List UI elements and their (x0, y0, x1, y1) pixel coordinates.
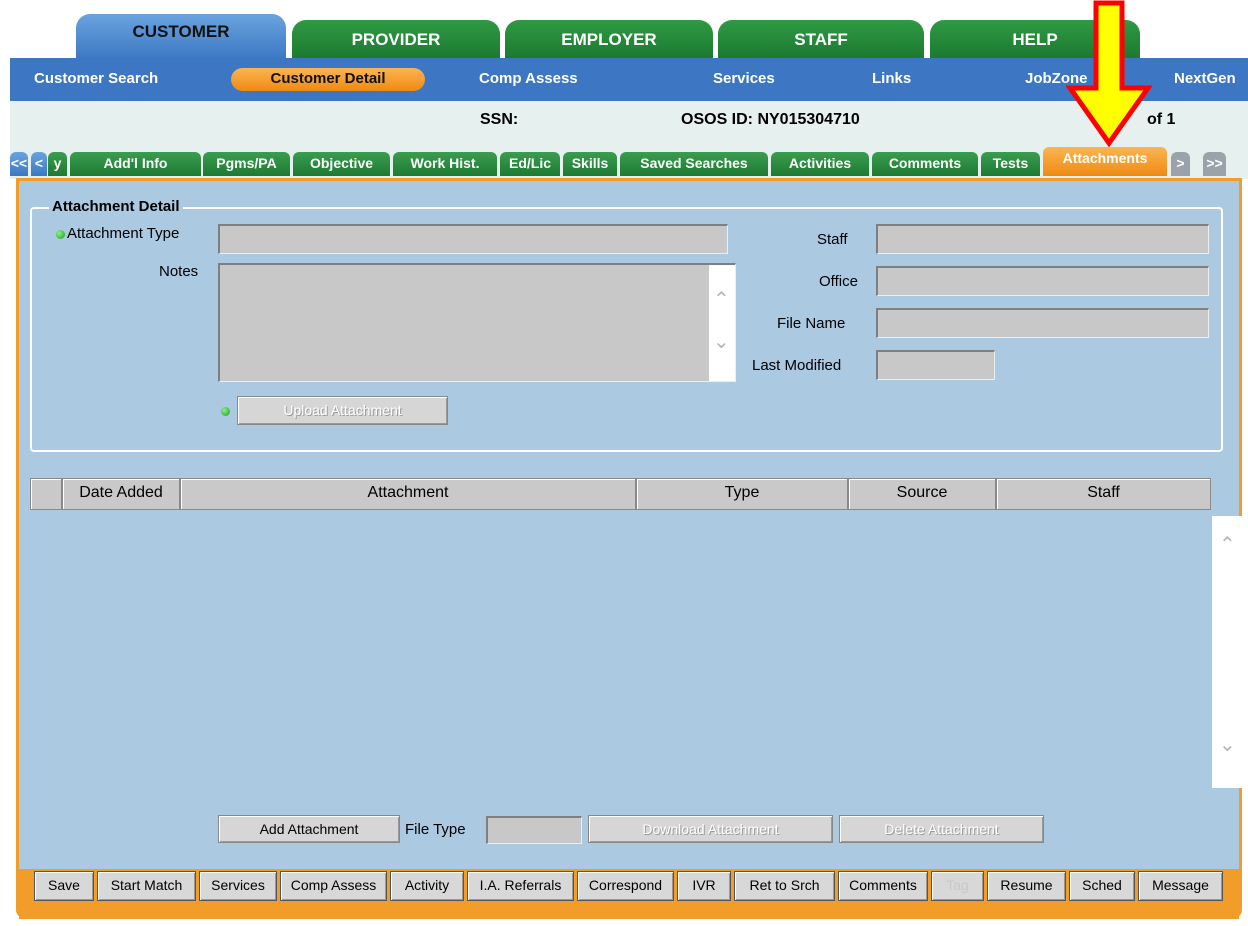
tab-tests[interactable]: Tests (981, 152, 1040, 176)
attachment-type-field[interactable] (218, 224, 728, 254)
subnav-services[interactable]: Services (713, 70, 775, 87)
correspond-button[interactable]: Correspond (577, 871, 674, 901)
module-tab-label: EMPLOYER (561, 30, 657, 49)
tab-objective[interactable]: Objective (293, 152, 390, 176)
attachment-type-label: Attachment Type (67, 225, 180, 242)
tab-work-hist[interactable]: Work Hist. (393, 152, 497, 176)
attachments-table-body[interactable] (30, 512, 1211, 812)
osos-id-label: OSOS ID: NY015304710 (681, 111, 860, 128)
table-header-select[interactable] (30, 478, 62, 510)
message-button[interactable]: Message (1138, 871, 1223, 901)
last-modified-label: Last Modified (752, 357, 842, 374)
table-header-date-added[interactable]: Date Added (62, 478, 180, 510)
chevron-down-icon[interactable]: ⌄ (713, 329, 730, 354)
tab-ed-lic[interactable]: Ed/Lic (500, 152, 560, 176)
add-attachment-button[interactable]: Add Attachment (218, 815, 400, 843)
save-button[interactable]: Save (34, 871, 94, 901)
download-attachment-button[interactable]: Download Attachment (588, 815, 833, 843)
staff-field[interactable] (876, 224, 1209, 254)
chevron-up-icon[interactable]: ⌃ (1219, 532, 1236, 557)
subnav-links[interactable]: Links (872, 70, 911, 87)
file-type-field[interactable] (486, 816, 582, 844)
tab-activities[interactable]: Activities (771, 152, 869, 176)
subnav-comp-assess[interactable]: Comp Assess (479, 70, 578, 87)
start-match-button[interactable]: Start Match (97, 871, 196, 901)
file-name-label: File Name (777, 315, 846, 332)
tab-first-button[interactable]: << (10, 152, 28, 176)
tab-attachments[interactable]: Attachments (1043, 147, 1167, 176)
file-type-label: File Type (405, 821, 466, 838)
chevron-up-icon[interactable]: ⌃ (713, 287, 730, 312)
attachment-detail-legend: Attachment Detail (49, 198, 183, 215)
detail-tab-row: << < y Add'l Info Pgms/PA Objective Work… (10, 139, 1248, 179)
resume-button[interactable]: Resume (987, 871, 1066, 901)
tab-partial[interactable]: y (48, 152, 67, 176)
office-field[interactable] (876, 266, 1209, 296)
upload-attachment-button[interactable]: Upload Attachment (237, 396, 448, 425)
module-tab-label: PROVIDER (351, 30, 441, 49)
tab-addl-info[interactable]: Add'l Info (70, 152, 201, 176)
subnav-nextgen[interactable]: NextGen (1174, 70, 1236, 87)
sched-button[interactable]: Sched (1069, 871, 1135, 901)
tab-pgms-pa[interactable]: Pgms/PA (203, 152, 290, 176)
customer-info-bar: SSN: OSOS ID: NY015304710 of 1 (10, 101, 1248, 139)
notes-label: Notes (159, 263, 199, 280)
subnav-customer-detail[interactable]: Customer Detail (231, 68, 425, 91)
office-label: Office (819, 273, 858, 290)
last-modified-field[interactable] (876, 350, 995, 380)
green-dot-icon (56, 230, 65, 239)
green-dot-icon (221, 407, 230, 416)
chevron-down-icon[interactable]: ⌄ (1219, 732, 1236, 757)
activity-button[interactable]: Activity (390, 871, 464, 901)
ia-referrals-button[interactable]: I.A. Referrals (467, 871, 574, 901)
module-tab-customer[interactable]: CUSTOMER (76, 14, 286, 60)
ret-to-srch-button[interactable]: Ret to Srch (734, 871, 835, 901)
notes-textarea[interactable]: ⌃ ⌄ (218, 263, 736, 382)
tag-button[interactable]: Tag (931, 871, 984, 901)
table-header-staff[interactable]: Staff (996, 478, 1211, 510)
ivr-button[interactable]: IVR (677, 871, 731, 901)
tab-next-button[interactable]: > (1171, 152, 1190, 176)
notes-scrollbar[interactable]: ⌃ ⌄ (709, 265, 735, 381)
ssn-label: SSN: (480, 111, 519, 128)
attachments-panel: Attachment Detail Attachment Type Notes … (16, 178, 1242, 919)
tab-prev-button[interactable]: < (31, 152, 47, 176)
table-header-type[interactable]: Type (636, 478, 848, 510)
module-tab-label: STAFF (794, 30, 848, 49)
attachments-table-header: Date Added Attachment Type Source Staff (30, 478, 1213, 511)
tab-comments[interactable]: Comments (872, 152, 978, 176)
tab-saved-searches[interactable]: Saved Searches (620, 152, 768, 176)
module-tab-label: HELP (1012, 30, 1058, 49)
yellow-arrow-down-icon (1066, 0, 1152, 148)
module-tab-label: CUSTOMER (132, 22, 230, 41)
delete-attachment-button[interactable]: Delete Attachment (839, 815, 1044, 843)
table-header-source[interactable]: Source (848, 478, 996, 510)
staff-label: Staff (817, 231, 848, 248)
subnav-customer-search[interactable]: Customer Search (34, 70, 158, 87)
table-header-attachment[interactable]: Attachment (180, 478, 636, 510)
comp-assess-button[interactable]: Comp Assess (280, 871, 387, 901)
tab-skills[interactable]: Skills (563, 152, 617, 176)
table-scrollbar[interactable]: ⌃ ⌄ (1212, 516, 1242, 788)
comments-button[interactable]: Comments (838, 871, 928, 901)
tab-last-button[interactable]: >> (1203, 152, 1226, 176)
sub-navigation-bar: Customer Search Customer Detail Comp Ass… (10, 58, 1248, 101)
services-button[interactable]: Services (199, 871, 277, 901)
file-name-field[interactable] (876, 308, 1209, 338)
